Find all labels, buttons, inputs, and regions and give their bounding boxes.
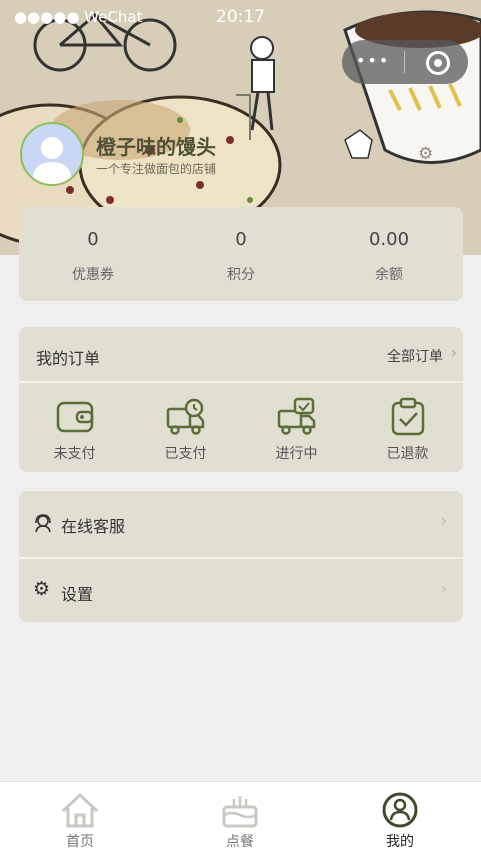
chevron-right-icon: › xyxy=(440,579,447,598)
stat-value: 0.00 xyxy=(368,229,410,250)
stat-coupons[interactable]: 0 优惠券 xyxy=(19,207,167,284)
user-profile-icon xyxy=(382,792,418,828)
delivery-truck-check-icon xyxy=(277,397,315,435)
settings-row[interactable]: ⚙ 设置 › xyxy=(19,559,463,624)
stat-value: 0 xyxy=(235,229,247,250)
delivery-truck-clock-icon xyxy=(166,398,204,435)
tab-bar: 首页 点餐 我的 xyxy=(0,781,481,856)
stat-balance[interactable]: 0.00 余额 xyxy=(315,207,463,284)
tab-home[interactable]: 首页 xyxy=(0,782,160,851)
close-target-icon[interactable] xyxy=(426,51,450,75)
stat-label: 积分 xyxy=(227,267,255,283)
order-in-progress[interactable]: 进行中 xyxy=(241,397,352,463)
chevron-right-icon: › xyxy=(440,511,447,530)
order-refunded[interactable]: 已退款 xyxy=(352,397,463,463)
order-status-label: 已支付 xyxy=(164,446,207,462)
stat-label: 优惠券 xyxy=(72,267,114,283)
wallet-icon xyxy=(56,401,93,433)
stat-points[interactable]: 0 积分 xyxy=(167,207,315,284)
all-orders-link[interactable]: 全部订单 xyxy=(387,346,443,366)
order-status-label: 已退款 xyxy=(386,446,429,462)
tab-order[interactable]: 点餐 xyxy=(160,782,320,851)
orders-title: 我的订单 xyxy=(36,349,101,368)
chevron-right-icon: › xyxy=(450,343,457,362)
gear-icon: ⚙ xyxy=(33,578,51,600)
status-bar: ●●●●● WeChat 20:17 xyxy=(0,0,481,34)
cake-icon xyxy=(222,796,258,828)
shop-description: 一个专注做面包的店铺 xyxy=(96,162,217,176)
tab-mine[interactable]: 我的 xyxy=(320,782,480,851)
order-unpaid[interactable]: 未支付 xyxy=(19,397,130,463)
settings-label: 设置 xyxy=(61,585,94,604)
tab-label: 首页 xyxy=(66,834,94,850)
online-service-label: 在线客服 xyxy=(61,517,126,536)
tab-label: 点餐 xyxy=(226,834,254,850)
headset-icon xyxy=(35,514,51,533)
clipboard-check-icon xyxy=(391,397,424,436)
miniprogram-capsule[interactable]: ••• xyxy=(342,40,468,84)
capsule-divider xyxy=(404,51,405,73)
more-dots-icon[interactable]: ••• xyxy=(356,51,390,70)
online-service-row[interactable]: 在线客服 › xyxy=(19,491,463,556)
orders-header[interactable]: 我的订单 全部订单 › xyxy=(19,327,463,383)
orders-card: 我的订单 全部订单 › 未支付 已支付 进行中 已退款 xyxy=(19,327,463,472)
stat-label: 余额 xyxy=(375,267,403,283)
stat-value: 0 xyxy=(87,229,99,250)
avatar[interactable] xyxy=(20,122,84,186)
stats-card: 0 优惠券 0 积分 0.00 余额 xyxy=(19,207,463,301)
user-avatar-icon xyxy=(32,137,72,184)
order-status-label: 未支付 xyxy=(53,446,96,462)
gear-icon[interactable]: ⚙ xyxy=(418,144,433,164)
order-status-label: 进行中 xyxy=(275,446,318,462)
order-paid[interactable]: 已支付 xyxy=(130,397,241,463)
shop-name: 橙子味的馒头 xyxy=(96,135,216,159)
tab-label: 我的 xyxy=(386,834,414,850)
menu-card: 在线客服 › ⚙ 设置 › xyxy=(19,491,463,622)
home-icon xyxy=(61,792,99,828)
status-time: 20:17 xyxy=(216,7,265,27)
